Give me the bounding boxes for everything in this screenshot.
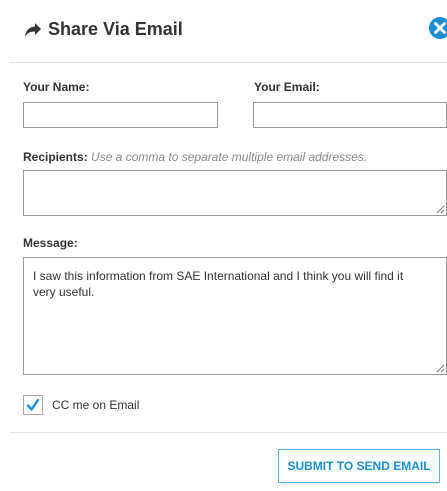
share-arrow-icon [24,22,42,38]
dialog-header: Share Via Email [10,0,447,63]
cc-me-label[interactable]: CC me on Email [52,398,139,412]
cc-me-checkbox[interactable] [23,395,43,415]
message-label: Message: [23,236,78,250]
resize-grip-icon[interactable] [436,364,445,373]
recipients-label: Recipients: Use a comma to separate mult… [23,150,367,164]
message-text: I saw this information from SAE Internat… [33,269,404,299]
share-email-dialog: Share Via Email Your Name: Your Email: R… [10,0,447,491]
recipients-label-text: Recipients: [23,150,88,164]
message-textarea[interactable]: I saw this information from SAE Internat… [23,257,447,375]
your-email-label: Your Email: [254,80,320,94]
submit-button[interactable]: SUBMIT TO SEND EMAIL [278,449,440,483]
footer-divider [10,432,447,433]
your-name-label: Your Name: [23,80,90,94]
close-icon[interactable] [428,16,447,40]
dialog-title: Share Via Email [48,19,183,39]
recipients-textarea[interactable] [23,170,447,216]
recipients-hint: Use a comma to separate multiple email a… [91,150,368,164]
checkmark-icon [26,398,40,411]
resize-grip-icon[interactable] [436,205,445,214]
your-name-input[interactable] [23,102,218,128]
your-email-input[interactable] [253,102,447,128]
